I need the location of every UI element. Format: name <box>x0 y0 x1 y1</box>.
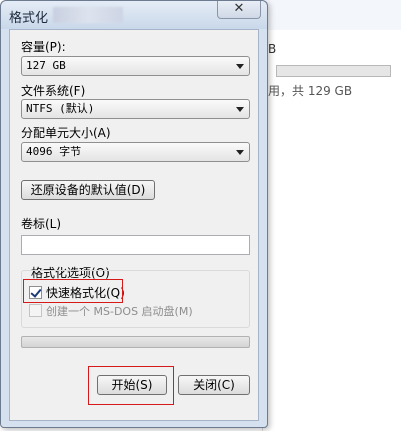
background-drive-caption: 用，共 129 GB <box>268 84 353 98</box>
allocation-size-value: 4096 字节 <box>26 145 82 158</box>
close-button[interactable]: 关闭(C) <box>178 375 250 395</box>
restore-defaults-button[interactable]: 还原设备的默认值(D) <box>21 180 155 200</box>
capacity-select[interactable]: 127 GB <box>21 56 250 76</box>
msdos-boot-checkbox[interactable] <box>29 304 42 317</box>
close-icon: ✕ <box>233 1 245 16</box>
capacity-label: 容量(P): <box>21 40 66 54</box>
filesystem-label: 文件系统(F) <box>21 84 86 98</box>
dialog-client-area: 容量(P): 127 GB 文件系统(F) NTFS (默认) 分配单元大小(A… <box>9 29 259 421</box>
allocation-size-select[interactable]: 4096 字节 <box>21 142 250 162</box>
chevron-down-icon <box>236 107 244 112</box>
volume-label-input[interactable] <box>21 235 250 255</box>
background-toolbar <box>263 0 401 30</box>
title-bar[interactable]: 格式化 ✕ <box>1 1 267 29</box>
background-drive-name: B <box>268 42 277 56</box>
chevron-down-icon <box>236 150 244 155</box>
start-button[interactable]: 开始(S) <box>97 375 167 395</box>
background-drive-usage-bar <box>276 65 391 77</box>
quick-format-highlight <box>23 279 123 303</box>
allocation-size-label: 分配单元大小(A) <box>21 126 111 140</box>
msdos-boot-label: 创建一个 MS-DOS 启动盘(M) <box>46 305 193 318</box>
capacity-value: 127 GB <box>26 59 66 72</box>
format-dialog: 格式化 ✕ 容量(P): 127 GB 文件系统(F) NTFS (默认) 分配… <box>0 0 268 428</box>
dialog-title: 格式化 <box>9 11 49 26</box>
filesystem-select[interactable]: NTFS (默认) <box>21 99 250 119</box>
format-progress-bar <box>21 336 250 348</box>
volume-label-label: 卷标(L) <box>21 217 62 231</box>
redacted-drive-name <box>53 7 123 23</box>
filesystem-value: NTFS (默认) <box>26 102 95 115</box>
close-window-button[interactable]: ✕ <box>217 1 261 19</box>
chevron-down-icon <box>236 64 244 69</box>
